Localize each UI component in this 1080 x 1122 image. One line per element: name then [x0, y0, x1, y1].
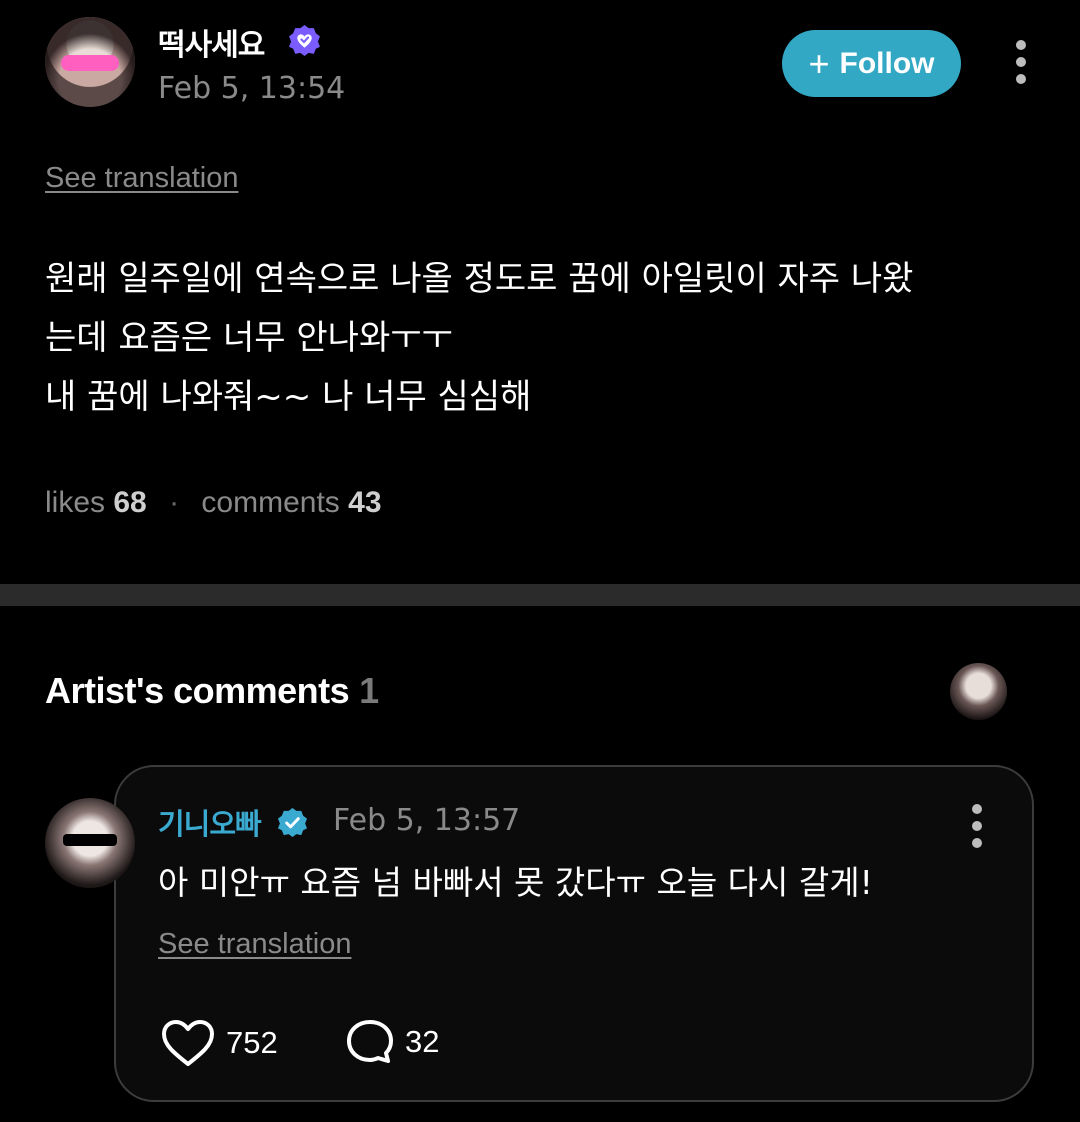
comment-see-translation-link[interactable]: See translation [158, 928, 351, 961]
comment-bubble-icon [347, 1020, 393, 1063]
artist-comments-title: Artist's comments [45, 670, 350, 711]
heart-icon [162, 1020, 214, 1066]
likes-label: likes [45, 486, 106, 519]
more-vertical-icon[interactable] [970, 804, 984, 848]
post-timestamp: Feb 5, 13:54 [158, 71, 346, 106]
reply-count: 32 [405, 1024, 440, 1059]
comments-label[interactable]: comments [201, 486, 339, 519]
artist-comments-heading: Artist's comments 1 [45, 670, 379, 712]
post-author-avatar[interactable] [45, 17, 135, 107]
post-author-name[interactable]: 떡사세요 [158, 20, 265, 64]
artist-comments-count: 1 [359, 670, 379, 711]
post-see-translation-link[interactable]: See translation [45, 162, 238, 195]
fan-verified-badge-icon [289, 25, 320, 56]
artist-avatar-small[interactable] [950, 663, 1007, 720]
stats-separator: · [169, 486, 180, 519]
avatar-glasses [61, 55, 119, 71]
comments-count[interactable]: 43 [348, 486, 381, 519]
post-body-line: 내 꿈에 나와줘~~ 나 너무 심심해 [45, 377, 532, 417]
post-stats: likes 68 · comments 43 [45, 486, 382, 520]
post-body-line: 원래 일주일에 연속으로 나올 정도로 꿈에 아일릿이 자주 나왔 [45, 259, 914, 299]
plus-icon: + [808, 42, 830, 84]
follow-label: Follow [839, 46, 935, 80]
section-divider [0, 584, 1080, 606]
like-count: 752 [226, 1025, 278, 1060]
reply-button[interactable]: 32 [345, 1017, 439, 1067]
like-button[interactable]: 752 [160, 1017, 278, 1069]
comment-author-avatar[interactable] [45, 798, 135, 888]
avatar-sunglasses [63, 834, 117, 846]
post-body-line: 는데 요즘은 너무 안나와ㅜㅜ [45, 318, 453, 358]
post-body: 원래 일주일에 연속으로 나올 정도로 꿈에 아일릿이 자주 나왔 는데 요즘은… [45, 250, 1045, 427]
follow-button[interactable]: + Follow [782, 30, 961, 97]
comment-author-name[interactable]: 기니오빠 [158, 801, 262, 843]
comment-text: 아 미안ㅠ 요즘 넘 바빠서 못 갔다ㅠ 오늘 다시 갈게! [158, 863, 873, 902]
artist-verified-badge-icon [277, 807, 308, 838]
likes-count: 68 [113, 486, 147, 519]
comment-timestamp: Feb 5, 13:57 [333, 803, 521, 838]
more-vertical-icon[interactable] [1014, 40, 1028, 84]
